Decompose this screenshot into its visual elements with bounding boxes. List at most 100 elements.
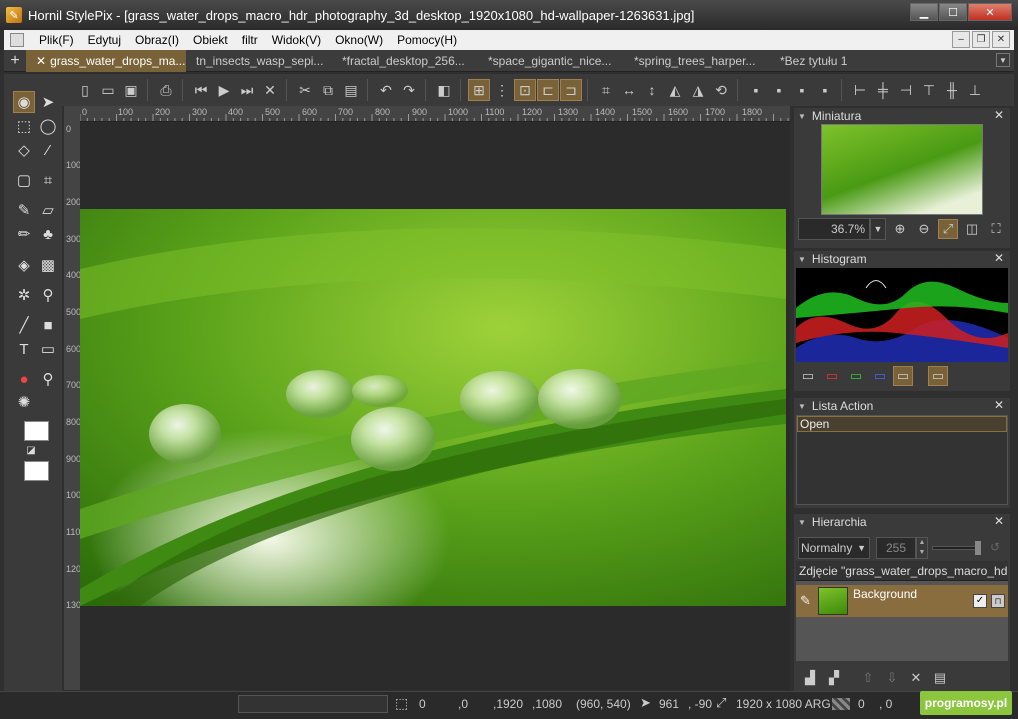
arrange-back-icon[interactable]: ▪ bbox=[814, 79, 836, 101]
foreground-color[interactable] bbox=[24, 421, 49, 441]
menu-pomocy[interactable]: Pomocy(H) bbox=[390, 33, 464, 47]
document-image[interactable] bbox=[80, 209, 786, 606]
ruler-icon[interactable]: ⊞ bbox=[468, 79, 490, 101]
last-icon[interactable]: ⏭ bbox=[236, 79, 258, 101]
move-tool-icon[interactable]: ➤ bbox=[37, 91, 59, 113]
guide-icon[interactable]: ⊡ bbox=[514, 79, 536, 101]
copy-icon[interactable]: ⧉ bbox=[317, 79, 339, 101]
reset-opacity-icon[interactable]: ↺ bbox=[990, 540, 1000, 554]
collapse-icon[interactable]: ▼ bbox=[798, 112, 806, 121]
grid-icon[interactable]: ⋮ bbox=[491, 79, 513, 101]
folder-icon[interactable]: ▭ bbox=[37, 338, 59, 360]
pencil-icon[interactable]: ✏ bbox=[13, 223, 35, 245]
rotate-left-icon[interactable]: ◭ bbox=[664, 79, 686, 101]
collapse-icon[interactable]: ▼ bbox=[798, 402, 806, 411]
close-button[interactable]: ✕ bbox=[968, 3, 1012, 21]
magic-wand-icon[interactable]: ⁄ bbox=[37, 139, 59, 161]
blend-mode-select[interactable]: Normalny ▼ bbox=[798, 537, 870, 559]
zoom-icon[interactable]: ⚲ bbox=[37, 368, 59, 390]
arrange-front-icon[interactable]: ▪ bbox=[745, 79, 767, 101]
flip-vertical-icon[interactable]: ↕ bbox=[641, 79, 663, 101]
play-icon[interactable]: ▶ bbox=[213, 79, 235, 101]
histogram-all-icon[interactable]: ▭ bbox=[893, 366, 913, 386]
zoom-out-icon[interactable]: ⊖ bbox=[914, 219, 934, 239]
save-icon[interactable]: ▣ bbox=[120, 79, 142, 101]
swap-colors-icon[interactable]: ◪ bbox=[23, 443, 39, 457]
action-item[interactable]: Open bbox=[797, 416, 1007, 432]
arrange-forward-icon[interactable]: ▪ bbox=[768, 79, 790, 101]
histogram-red-icon[interactable]: ▭ bbox=[822, 366, 842, 386]
tab-grass[interactable]: ✕ grass_water_drops_ma... bbox=[26, 49, 186, 72]
histogram-blue-icon[interactable]: ▭ bbox=[870, 366, 890, 386]
opacity-input[interactable]: 255 bbox=[876, 537, 916, 559]
opacity-slider-handle[interactable] bbox=[975, 541, 981, 555]
print-icon[interactable]: ⎙ bbox=[155, 79, 177, 101]
duplicate-layer-icon[interactable]: ▞ bbox=[824, 668, 844, 688]
visibility-checkbox[interactable]: ✓ bbox=[973, 594, 987, 608]
zoom-in-icon[interactable]: ⊕ bbox=[890, 219, 910, 239]
gradient-icon[interactable]: ▩ bbox=[37, 254, 59, 276]
menu-filtr[interactable]: filtr bbox=[235, 33, 265, 47]
close-panel-icon[interactable]: ✕ bbox=[994, 108, 1004, 122]
crop-icon[interactable]: ⌗ bbox=[595, 79, 617, 101]
background-color[interactable] bbox=[24, 461, 49, 481]
delete-layer-icon[interactable]: ✕ bbox=[906, 668, 926, 688]
close-tab-icon[interactable]: ✕ bbox=[36, 54, 46, 68]
zoom-input[interactable]: 36.7% bbox=[798, 218, 870, 240]
new-layer-icon[interactable]: ▟ bbox=[800, 668, 820, 688]
tab-insects[interactable]: tn_insects_wasp_sepi... bbox=[186, 50, 332, 72]
maximize-button[interactable]: ☐ bbox=[939, 3, 967, 21]
opacity-spinner[interactable]: ▲ ▼ bbox=[916, 537, 928, 559]
clone-stamp-icon[interactable]: ♣ bbox=[37, 223, 59, 245]
menu-okno[interactable]: Okno(W) bbox=[328, 33, 390, 47]
flip-horizontal-icon[interactable]: ↔ bbox=[618, 79, 640, 101]
ellipse-select-icon[interactable]: ◯ bbox=[37, 115, 59, 137]
first-icon[interactable]: ⏮ bbox=[190, 79, 212, 101]
close-panel-icon[interactable]: ✕ bbox=[994, 398, 1004, 412]
mdi-minimize-button[interactable]: – bbox=[952, 31, 970, 48]
tab-list-button[interactable]: ▼ bbox=[996, 53, 1010, 67]
rotate-180-icon[interactable]: ⟲ bbox=[710, 79, 732, 101]
paste-icon[interactable]: ▤ bbox=[340, 79, 362, 101]
mdi-restore-button[interactable]: ❐ bbox=[972, 31, 990, 48]
menu-widok[interactable]: Widok(V) bbox=[265, 33, 328, 47]
close-panel-icon[interactable]: ✕ bbox=[994, 514, 1004, 528]
align-center-icon[interactable]: ╪ bbox=[872, 79, 894, 101]
tab-spring[interactable]: *spring_trees_harper... bbox=[624, 50, 770, 72]
brush-icon[interactable]: ✎ bbox=[13, 199, 35, 221]
rotate-right-icon[interactable]: ◮ bbox=[687, 79, 709, 101]
thumbnail[interactable] bbox=[821, 124, 983, 215]
view-tool-icon[interactable]: ◉ bbox=[13, 91, 35, 113]
tab-fractal[interactable]: *fractal_desktop_256... bbox=[332, 50, 478, 72]
align-left-icon[interactable]: ⊢ bbox=[849, 79, 871, 101]
text-icon[interactable]: T bbox=[13, 338, 35, 360]
undo-icon[interactable]: ↶ bbox=[375, 79, 397, 101]
new-tab-button[interactable]: + bbox=[4, 50, 26, 72]
snap-icon[interactable]: ⊏ bbox=[537, 79, 559, 101]
opacity-slider[interactable] bbox=[932, 546, 980, 550]
transform-icon[interactable]: ▢ bbox=[13, 169, 35, 191]
tab-space[interactable]: *space_gigantic_nice... bbox=[478, 50, 624, 72]
lock-icon[interactable]: ⊓ bbox=[991, 594, 1005, 608]
minimize-button[interactable]: ▁ bbox=[910, 3, 938, 21]
fullscreen-icon[interactable]: ⛶ bbox=[986, 219, 1006, 239]
histogram-settings-icon[interactable]: ▭ bbox=[928, 366, 948, 386]
color-picker-icon[interactable]: ● bbox=[13, 368, 35, 390]
align-right-icon[interactable]: ⊣ bbox=[895, 79, 917, 101]
close-doc-icon[interactable]: ✕ bbox=[259, 79, 281, 101]
crop-tool-icon[interactable]: ⌗ bbox=[37, 169, 59, 191]
fill-bucket-icon[interactable]: ◈ bbox=[13, 254, 35, 276]
layer-row[interactable]: ✎ Background ✓ ⊓ bbox=[796, 585, 1008, 617]
eraser-icon[interactable]: ▱ bbox=[37, 199, 59, 221]
layer-properties-icon[interactable]: ▤ bbox=[930, 668, 950, 688]
menu-obiekt[interactable]: Obiekt bbox=[186, 33, 235, 47]
collapse-icon[interactable]: ▼ bbox=[798, 518, 806, 527]
cut-icon[interactable]: ✂ bbox=[294, 79, 316, 101]
layer-group[interactable]: Zdjęcie "grass_water_drops_macro_hdr_ bbox=[796, 561, 1008, 581]
new-file-icon[interactable]: ▯ bbox=[74, 79, 96, 101]
histogram-rgb-icon[interactable]: ▭ bbox=[798, 366, 818, 386]
sparkle-icon[interactable]: ✲ bbox=[13, 284, 35, 306]
menu-obraz[interactable]: Obraz(I) bbox=[128, 33, 186, 47]
menu-plik[interactable]: Plik(F) bbox=[32, 33, 81, 47]
histogram-green-icon[interactable]: ▭ bbox=[846, 366, 866, 386]
